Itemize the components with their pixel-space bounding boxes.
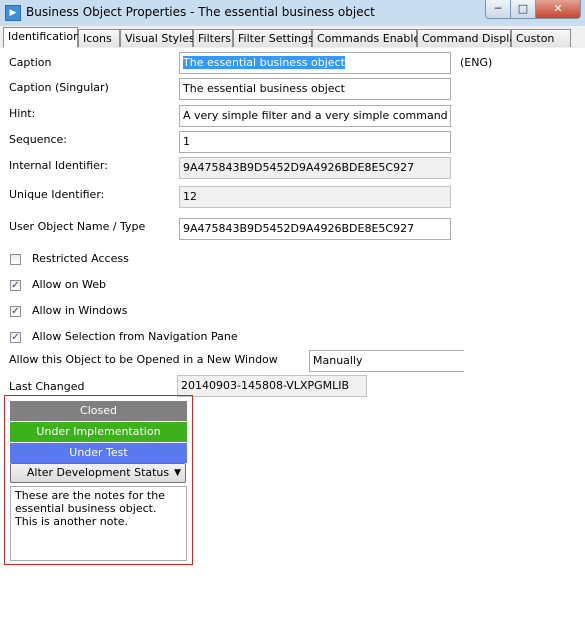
restricted-access-label: Restricted Access xyxy=(32,252,129,265)
allow-windows-label: Allow in Windows xyxy=(32,304,128,317)
alter-button-label: Alter Development Status xyxy=(26,466,170,479)
status-closed[interactable]: Closed xyxy=(10,401,187,421)
chevron-down-icon: ▼ xyxy=(174,468,181,478)
allow-web-checkbox[interactable]: ✓ xyxy=(10,280,21,291)
restricted-access-checkbox[interactable] xyxy=(10,254,21,265)
caption-singular-field[interactable]: The essential business object xyxy=(179,78,451,100)
tab-command-display[interactable]: Command Display xyxy=(417,29,523,47)
sequence-field[interactable]: 1 xyxy=(179,131,451,153)
tab-custom[interactable]: Custon xyxy=(511,29,571,47)
minimize-button[interactable]: ─ xyxy=(485,0,511,19)
last-changed-label: Last Changed xyxy=(9,380,85,393)
development-status-box: Closed Under Implementation Under Test A… xyxy=(4,395,193,565)
allow-nav-checkbox[interactable]: ✓ xyxy=(10,332,21,343)
user-object-field[interactable]: 9A475843B9D5452D9A4926BDE8E5C927 xyxy=(179,218,451,240)
hint-field[interactable]: A very simple filter and a very simple c… xyxy=(179,105,451,127)
alter-development-status-button[interactable]: Alter Development Status ▼ xyxy=(10,463,186,483)
internal-identifier-label: Internal Identifier: xyxy=(9,159,108,172)
allow-windows-checkbox[interactable]: ✓ xyxy=(10,306,21,317)
tab-icons[interactable]: Icons xyxy=(78,29,120,47)
maximize-button[interactable]: □ xyxy=(510,0,536,19)
internal-identifier-field: 9A475843B9D5452D9A4926BDE8E5C927 xyxy=(179,157,451,179)
tab-visual-styles[interactable]: Visual Styles xyxy=(120,29,195,47)
title-bar: ▶ Business Object Properties - The essen… xyxy=(0,0,585,27)
notes-textarea[interactable]: These are the notes for the essential bu… xyxy=(10,486,187,561)
status-under-test[interactable]: Under Test xyxy=(10,443,187,463)
tab-commands-enabled[interactable]: Commands Enabled xyxy=(312,29,427,47)
user-object-label: User Object Name / Type xyxy=(9,220,146,233)
caption-field[interactable]: The essential business object xyxy=(179,52,451,74)
unique-identifier-field: 12 xyxy=(179,186,451,208)
unique-identifier-label: Unique Identifier: xyxy=(9,188,105,201)
allow-web-label: Allow on Web xyxy=(32,278,107,291)
hint-label: Hint: xyxy=(9,107,36,120)
close-button[interactable]: ✕ xyxy=(535,0,581,19)
identification-panel: Caption The essential business object (E… xyxy=(0,48,585,630)
caption-singular-label: Caption (Singular) xyxy=(9,81,109,94)
tab-strip: Identification Icons Visual Styles Filte… xyxy=(0,26,585,49)
window-title: Business Object Properties - The essenti… xyxy=(26,5,375,19)
new-window-label: Allow this Object to be Opened in a New … xyxy=(9,353,278,366)
caption-value: The essential business object xyxy=(183,56,345,69)
app-icon: ▶ xyxy=(5,5,21,21)
sequence-label: Sequence: xyxy=(9,133,67,146)
language-label: (ENG) xyxy=(460,56,493,69)
last-changed-field: 20140903-145808-VLXPGMLIB xyxy=(177,375,367,397)
status-under-implementation[interactable]: Under Implementation xyxy=(10,422,187,442)
caption-label: Caption xyxy=(9,56,52,69)
tab-filters[interactable]: Filters xyxy=(193,29,233,47)
tab-filter-settings[interactable]: Filter Settings xyxy=(233,29,314,47)
tab-identification[interactable]: Identification xyxy=(3,27,80,48)
allow-nav-label: Allow Selection from Navigation Pane xyxy=(32,330,238,343)
new-window-select[interactable]: Manually xyxy=(309,350,464,372)
